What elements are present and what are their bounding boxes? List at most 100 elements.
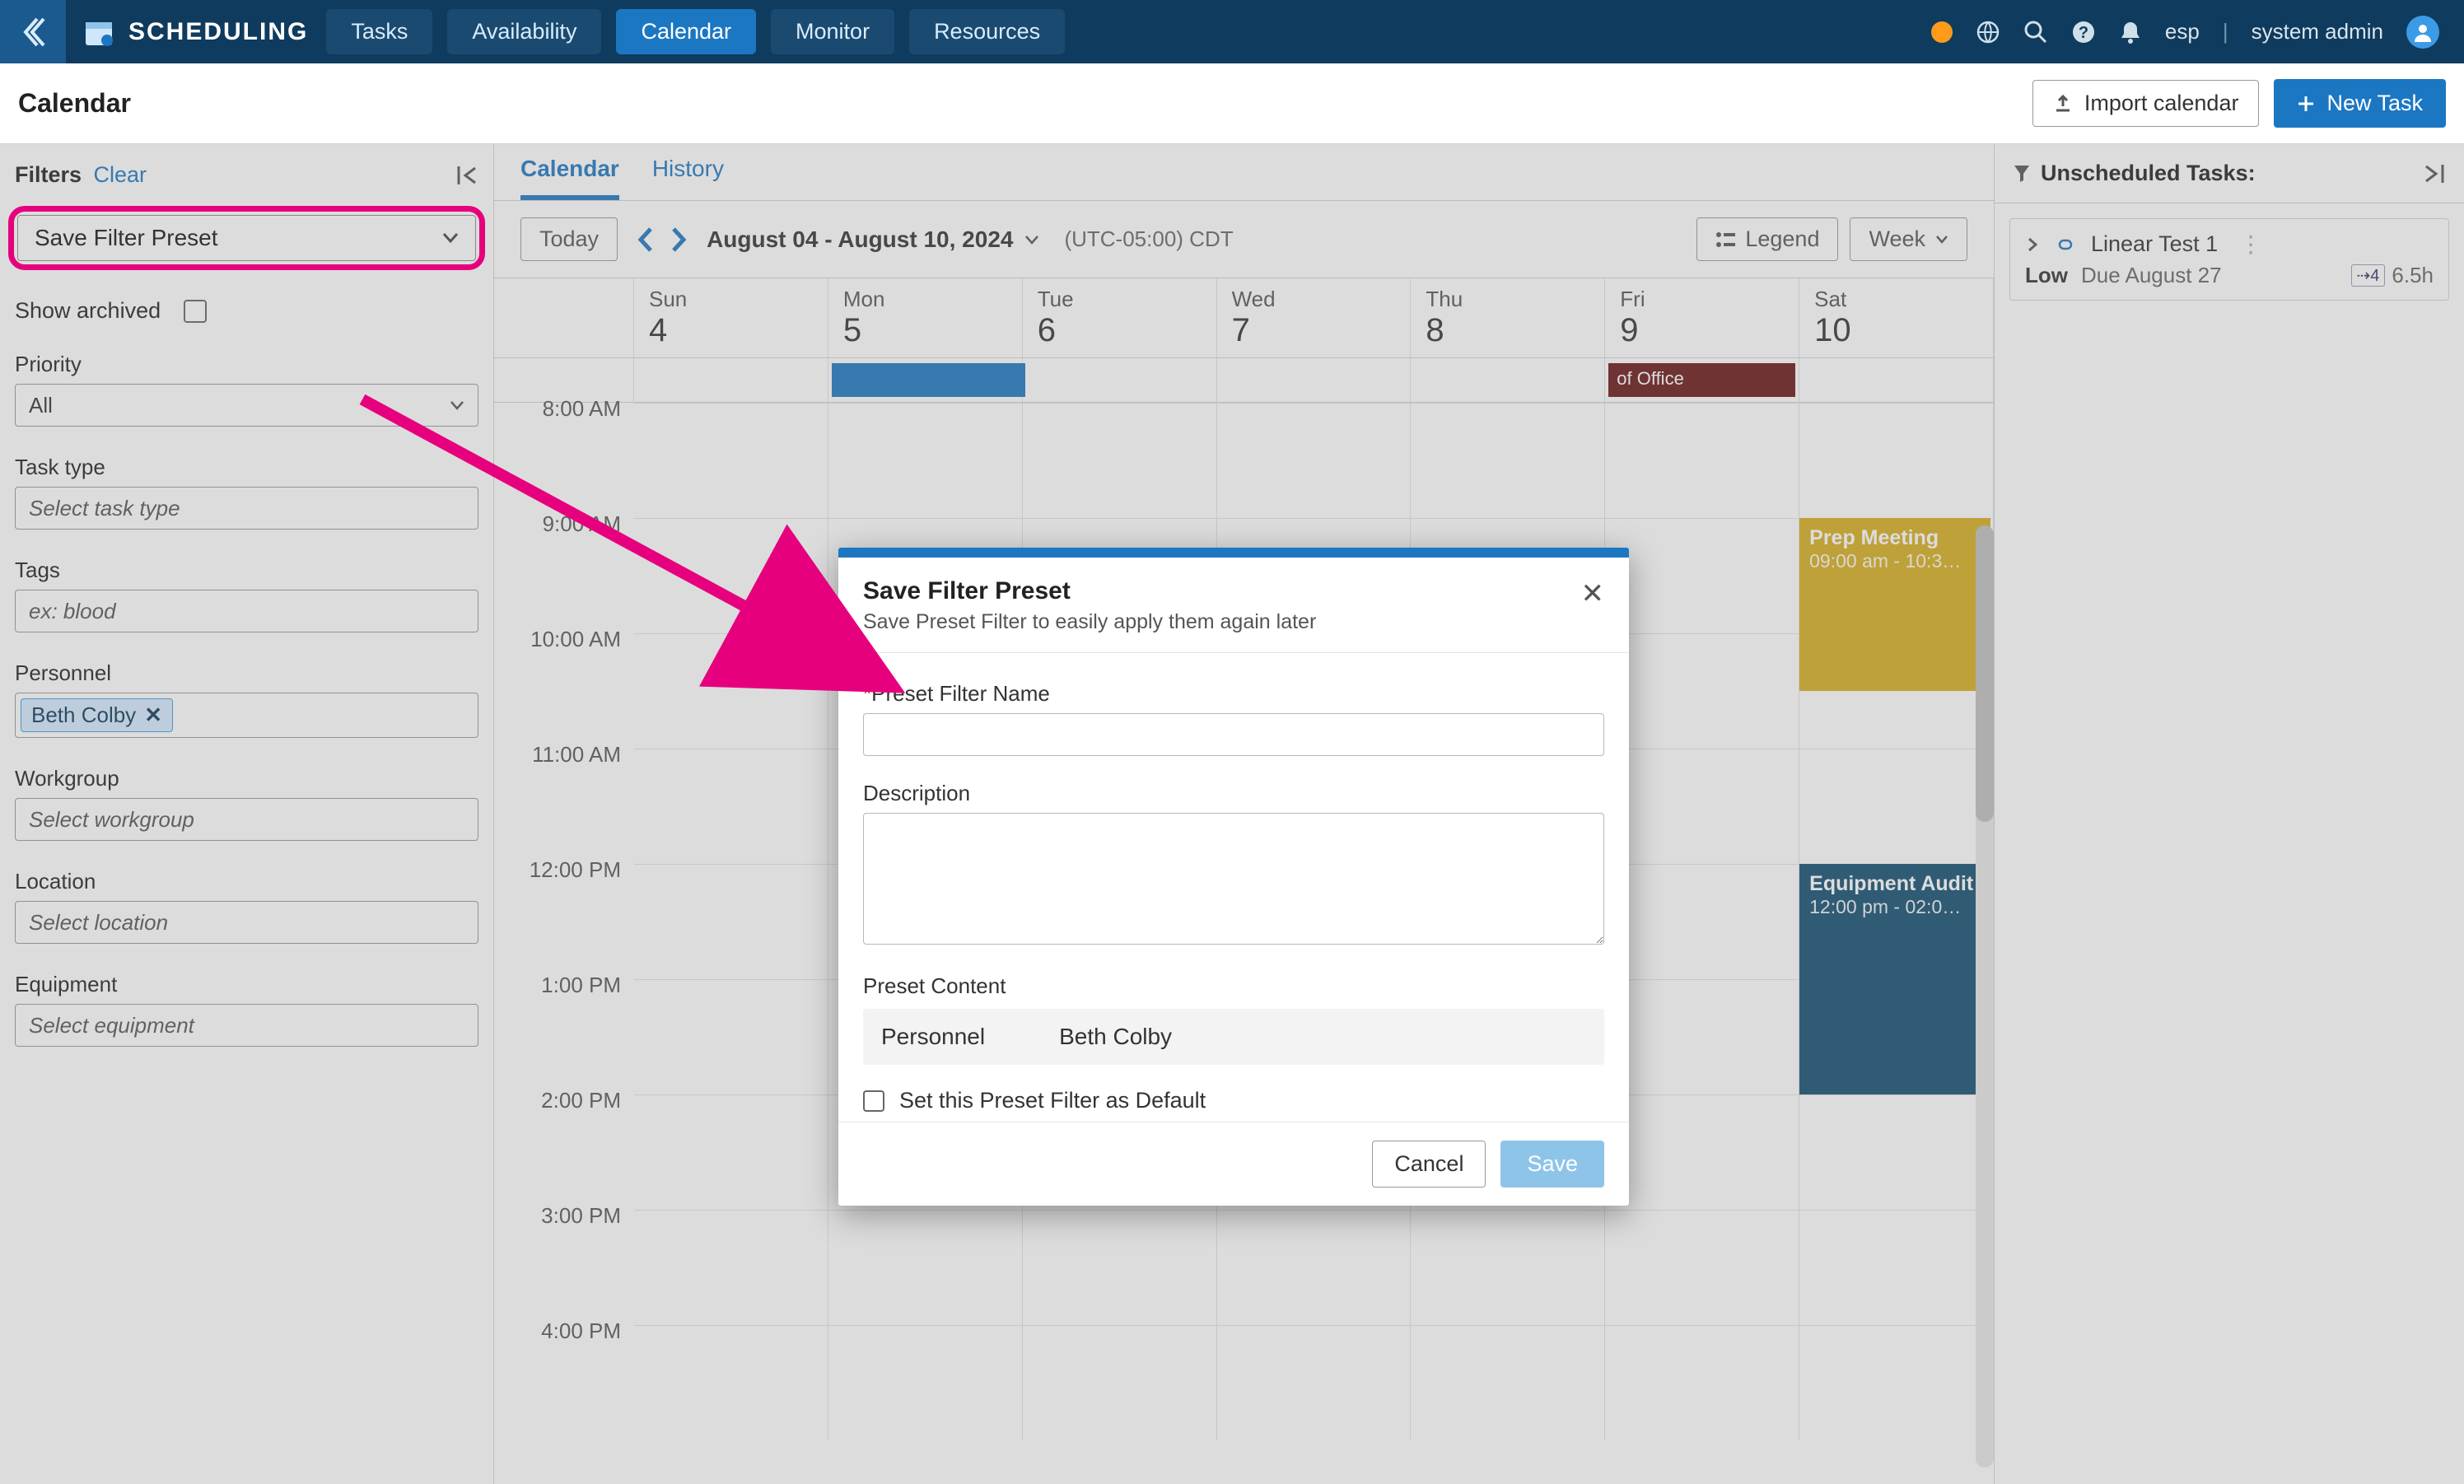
expand-panel-icon[interactable] [2423, 163, 2446, 184]
ooo-label: of Office [1617, 368, 1684, 389]
day-num: 4 [649, 312, 813, 349]
day-name: Tue [1038, 287, 1202, 312]
nav-tasks[interactable]: Tasks [326, 9, 432, 54]
top-navbar: SCHEDULING Tasks Availability Calendar M… [0, 0, 2464, 63]
bell-icon[interactable] [2119, 20, 2142, 44]
tab-history[interactable]: History [652, 156, 724, 200]
unscheduled-panel: Unscheduled Tasks: Linear Test 1 ⋮ Low D… [1995, 144, 2464, 1484]
filter-icon[interactable] [2013, 164, 2031, 184]
personnel-select[interactable]: Beth Colby ✕ [15, 693, 478, 738]
location-select[interactable]: Select location [15, 901, 478, 944]
prev-week-button[interactable] [637, 227, 654, 252]
chevron-right-icon[interactable] [2025, 237, 2040, 252]
priority-select[interactable]: All [15, 384, 478, 427]
close-icon[interactable]: ✕ [1581, 577, 1605, 634]
nav-calendar[interactable]: Calendar [616, 9, 756, 54]
tab-calendar[interactable]: Calendar [520, 156, 619, 200]
brand: SCHEDULING [66, 17, 326, 47]
help-icon[interactable]: ? [2071, 20, 2096, 44]
save-filter-preset-dropdown[interactable]: Save Filter Preset [17, 215, 476, 261]
task-menu-icon[interactable]: ⋮ [2239, 231, 2262, 258]
hour-label: 2:00 PM [494, 1083, 634, 1198]
save-preset-label: Save Filter Preset [35, 225, 218, 251]
hour-label: 1:00 PM [494, 968, 634, 1083]
status-dot-icon[interactable] [1931, 21, 1953, 43]
tasktype-label: Task type [15, 455, 478, 480]
unscheduled-task-card[interactable]: Linear Test 1 ⋮ Low Due August 27 ⇢4 6.5… [2009, 218, 2449, 301]
day-num: 10 [1814, 312, 1978, 349]
lang-label[interactable]: esp [2165, 19, 2200, 44]
tags-placeholder: ex: blood [29, 599, 116, 624]
scrollbar[interactable] [1976, 525, 1994, 1468]
cancel-button[interactable]: Cancel [1372, 1141, 1486, 1188]
equipment-label: Equipment [15, 972, 478, 997]
clear-filters-link[interactable]: Clear [93, 162, 147, 187]
personnel-chip[interactable]: Beth Colby ✕ [21, 698, 173, 732]
tasktype-select[interactable]: Select task type [15, 487, 478, 530]
search-icon[interactable] [2023, 20, 2048, 44]
day-num: 5 [843, 312, 1007, 349]
calendar-toolbar: Today August 04 - August 10, 2024 (UTC-0… [494, 201, 1994, 278]
globe-icon[interactable] [1976, 20, 2000, 44]
event-title: Prep Meeting [1809, 526, 1981, 550]
tags-input[interactable]: ex: blood [15, 590, 478, 632]
chevron-down-icon[interactable] [1024, 235, 1039, 245]
event-time: 12:00 pm - 02:0… [1809, 896, 1981, 918]
task-name: Linear Test 1 [2091, 231, 2218, 257]
hour-label: 3:00 PM [494, 1198, 634, 1314]
avatar[interactable] [2406, 16, 2439, 49]
set-default-checkbox[interactable] [863, 1090, 884, 1112]
location-placeholder: Select location [29, 910, 168, 936]
event-prep-meeting[interactable]: Prep Meeting 09:00 am - 10:3… [1799, 518, 1990, 691]
day-num: 9 [1620, 312, 1784, 349]
allday-event[interactable] [832, 363, 1025, 397]
workgroup-select[interactable]: Select workgroup [15, 798, 478, 841]
show-archived-checkbox[interactable] [184, 300, 207, 323]
list-icon [1715, 231, 1735, 248]
tasktype-placeholder: Select task type [29, 496, 180, 521]
day-name: Thu [1426, 287, 1589, 312]
week-view-button[interactable]: Week [1850, 217, 1967, 261]
task-hours: 6.5h [2392, 263, 2434, 288]
personnel-chip-label: Beth Colby [31, 702, 136, 728]
day-name: Sat [1814, 287, 1978, 312]
hour-label: 10:00 AM [494, 622, 634, 737]
date-range[interactable]: August 04 - August 10, 2024 [707, 226, 1013, 253]
show-archived-label: Show archived [15, 298, 161, 324]
new-task-button[interactable]: New Task [2274, 79, 2446, 128]
description-textarea[interactable] [863, 813, 1604, 945]
event-equipment-audit[interactable]: Equipment Audit 12:00 pm - 02:0… [1799, 864, 1990, 1094]
hour-label: 4:00 PM [494, 1314, 634, 1429]
hour-label: 8:00 AM [494, 391, 634, 506]
back-button[interactable] [0, 0, 66, 63]
personnel-label: Personnel [15, 660, 478, 686]
day-num: 8 [1426, 312, 1589, 349]
save-preset-highlight: Save Filter Preset [8, 206, 485, 270]
today-button[interactable]: Today [520, 217, 618, 261]
scrollbar-thumb[interactable] [1976, 525, 1994, 822]
filters-label: Filters [15, 162, 82, 187]
nav-availability[interactable]: Availability [447, 9, 601, 54]
nav-monitor[interactable]: Monitor [771, 9, 894, 54]
task-due: Due August 27 [2081, 263, 2222, 288]
upload-icon [2053, 94, 2073, 114]
preset-content-label: Preset Content [863, 973, 1604, 999]
calendar-tabs: Calendar History [494, 144, 1994, 201]
import-calendar-button[interactable]: Import calendar [2032, 80, 2260, 127]
nav-resources[interactable]: Resources [909, 9, 1065, 54]
page-titlebar: Calendar Import calendar New Task [0, 63, 2464, 144]
priority-value: All [29, 393, 53, 418]
save-button[interactable]: Save [1500, 1141, 1604, 1188]
collapse-sidebar-icon[interactable] [455, 165, 478, 186]
day-name: Fri [1620, 287, 1784, 312]
next-week-button[interactable] [670, 227, 687, 252]
remove-chip-icon[interactable]: ✕ [144, 702, 162, 728]
preset-name-input[interactable] [863, 713, 1604, 756]
legend-button[interactable]: Legend [1696, 217, 1838, 261]
preset-content-box: Personnel Beth Colby [863, 1009, 1604, 1065]
equipment-select[interactable]: Select equipment [15, 1004, 478, 1047]
user-name[interactable]: system admin [2252, 19, 2383, 44]
save-filter-preset-modal: Save Filter Preset Save Preset Filter to… [838, 548, 1629, 1206]
day-name: Wed [1232, 287, 1396, 312]
out-of-office-event[interactable]: of Office [1608, 363, 1795, 397]
